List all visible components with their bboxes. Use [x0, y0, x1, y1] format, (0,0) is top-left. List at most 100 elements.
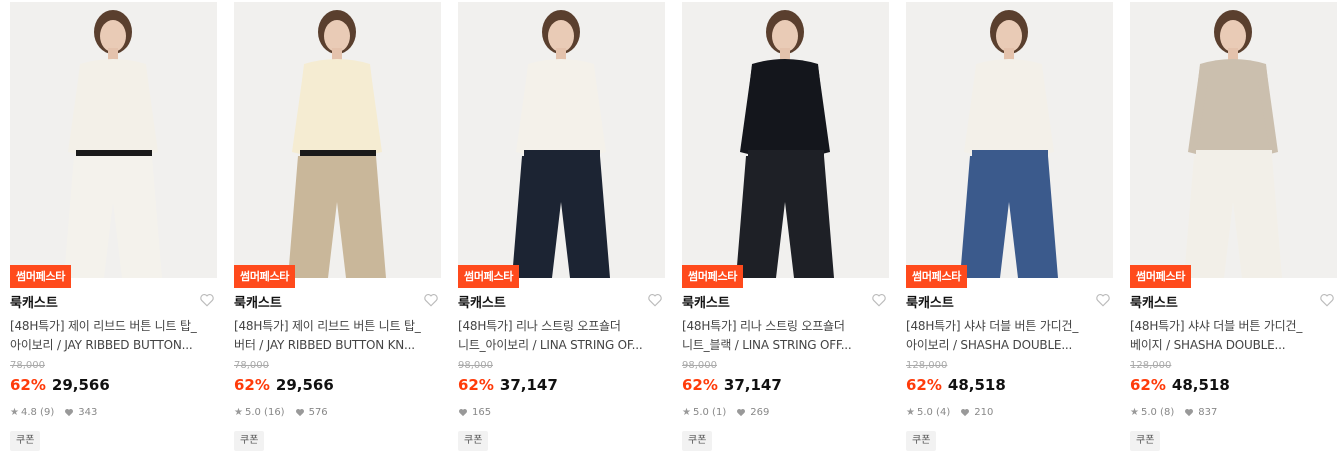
- price-row: 62% 48,518: [906, 376, 1006, 394]
- coupon-tag: 쿠폰: [906, 431, 937, 451]
- original-price: 128,000: [906, 360, 948, 371]
- coupon-tag: 쿠폰: [1130, 431, 1161, 451]
- original-price: 78,000: [10, 360, 45, 371]
- product-card-2[interactable]: 썸머페스타 룩캐스트 [48H특가] 제이 리브드 버튼 니트 탑_ 버터 / …: [234, 0, 441, 463]
- like-count: 576: [308, 407, 328, 418]
- product-grid: 썸머페스타 룩캐스트 [48H특가] 제이 리브드 버튼 니트 탑_ 아이보리 …: [0, 0, 1343, 463]
- discount-rate: 62%: [1130, 376, 1166, 394]
- product-title-line2: 니트_블랙 / LINA STRING OFF...: [682, 338, 852, 352]
- product-meta: ★ 4.8 (9) 343: [10, 407, 97, 418]
- product-image[interactable]: [10, 2, 217, 278]
- model-photo: [1130, 2, 1337, 278]
- heart-icon[interactable]: [423, 293, 439, 307]
- like-heart-icon: [737, 409, 746, 417]
- heart-icon[interactable]: [1319, 293, 1335, 307]
- original-price: 98,000: [458, 360, 493, 371]
- promo-badge: 썸머페스타: [682, 265, 744, 288]
- sale-price: 37,147: [723, 376, 782, 394]
- brand-name[interactable]: 룩캐스트: [906, 292, 954, 311]
- brand-name[interactable]: 룩캐스트: [234, 292, 282, 311]
- product-title[interactable]: [48H특가] 제이 리브드 버튼 니트 탑_ 버터 / JAY RIBBED …: [234, 317, 439, 355]
- product-title-line1: [48H특가] 리나 스트링 오프숄더: [458, 319, 621, 333]
- product-card-1[interactable]: 썸머페스타 룩캐스트 [48H특가] 제이 리브드 버튼 니트 탑_ 아이보리 …: [10, 0, 217, 463]
- promo-badge: 썸머페스타: [458, 265, 520, 288]
- product-image[interactable]: [234, 2, 441, 278]
- like-count: 210: [974, 407, 994, 418]
- price-row: 62% 29,566: [234, 376, 334, 394]
- product-title[interactable]: [48H특가] 리나 스트링 오프숄더 니트_아이보리 / LINA STRIN…: [458, 317, 663, 355]
- product-image[interactable]: [1130, 2, 1337, 278]
- product-card-6[interactable]: 썸머페스타 룩캐스트 [48H특가] 샤샤 더블 버튼 가디건_ 베이지 / S…: [1130, 0, 1337, 463]
- like-count: 165: [472, 407, 492, 418]
- star-icon: ★: [1130, 407, 1139, 418]
- product-meta: ★ 5.0 (16) 576: [234, 407, 328, 418]
- brand-name[interactable]: 룩캐스트: [10, 292, 58, 311]
- brand-name[interactable]: 룩캐스트: [458, 292, 506, 311]
- coupon-tag: 쿠폰: [682, 431, 713, 451]
- brand-name[interactable]: 룩캐스트: [682, 292, 730, 311]
- coupon-tag: 쿠폰: [458, 431, 489, 451]
- discount-rate: 62%: [906, 376, 942, 394]
- product-title-line1: [48H특가] 샤샤 더블 버튼 가디건_: [1130, 319, 1303, 333]
- model-photo: [10, 2, 217, 278]
- product-image[interactable]: [682, 2, 889, 278]
- sale-price: 37,147: [499, 376, 558, 394]
- heart-icon[interactable]: [647, 293, 663, 307]
- rating: 5.0 (16): [244, 407, 285, 418]
- product-meta: ★ 5.0 (1) 269: [682, 407, 769, 418]
- product-title[interactable]: [48H특가] 제이 리브드 버튼 니트 탑_ 아이보리 / JAY RIBBE…: [10, 317, 215, 355]
- discount-rate: 62%: [10, 376, 46, 394]
- discount-rate: 62%: [234, 376, 270, 394]
- product-image[interactable]: [458, 2, 665, 278]
- coupon-tag: 쿠폰: [10, 431, 41, 451]
- product-title-line2: 버터 / JAY RIBBED BUTTON KN...: [234, 338, 415, 352]
- product-title[interactable]: [48H특가] 리나 스트링 오프숄더 니트_블랙 / LINA STRING …: [682, 317, 887, 355]
- original-price: 128,000: [1130, 360, 1172, 371]
- model-photo: [906, 2, 1113, 278]
- like-count: 837: [1198, 407, 1218, 418]
- product-card-4[interactable]: 썸머페스타 룩캐스트 [48H특가] 리나 스트링 오프숄더 니트_블랙 / L…: [682, 0, 889, 463]
- product-image[interactable]: [906, 2, 1113, 278]
- like-count: 343: [78, 407, 98, 418]
- sale-price: 29,566: [51, 376, 110, 394]
- like-heart-icon: [961, 409, 970, 417]
- product-card-3[interactable]: 썸머페스타 룩캐스트 [48H특가] 리나 스트링 오프숄더 니트_아이보리 /…: [458, 0, 665, 463]
- price-row: 62% 29,566: [10, 376, 110, 394]
- sale-price: 48,518: [1171, 376, 1230, 394]
- star-icon: ★: [10, 407, 19, 418]
- like-count: 269: [750, 407, 770, 418]
- heart-icon[interactable]: [199, 293, 215, 307]
- original-price: 98,000: [682, 360, 717, 371]
- like-heart-icon: [1185, 409, 1194, 417]
- star-icon: ★: [234, 407, 243, 418]
- rating: 4.8 (9): [20, 407, 55, 418]
- product-title[interactable]: [48H특가] 샤샤 더블 버튼 가디건_ 아이보리 / SHASHA DOUB…: [906, 317, 1111, 355]
- price-row: 62% 37,147: [682, 376, 782, 394]
- heart-icon[interactable]: [871, 293, 887, 307]
- product-title[interactable]: [48H특가] 샤샤 더블 버튼 가디건_ 베이지 / SHASHA DOUBL…: [1130, 317, 1335, 355]
- rating: 5.0 (8): [1140, 407, 1175, 418]
- product-title-line2: 아이보리 / SHASHA DOUBLE...: [906, 338, 1073, 352]
- promo-badge: 썸머페스타: [906, 265, 968, 288]
- promo-badge: 썸머페스타: [234, 265, 296, 288]
- model-photo: [458, 2, 665, 278]
- rating: 5.0 (1): [692, 407, 727, 418]
- promo-badge: 썸머페스타: [1130, 265, 1192, 288]
- brand-name[interactable]: 룩캐스트: [1130, 292, 1178, 311]
- product-meta: ★ 5.0 (8) 837: [1130, 407, 1217, 418]
- coupon-tag: 쿠폰: [234, 431, 265, 451]
- rating: 5.0 (4): [916, 407, 951, 418]
- product-title-line2: 아이보리 / JAY RIBBED BUTTON...: [10, 338, 193, 352]
- heart-icon[interactable]: [1095, 293, 1111, 307]
- model-photo: [682, 2, 889, 278]
- promo-badge: 썸머페스타: [10, 265, 72, 288]
- product-meta: ★ 165: [458, 407, 491, 418]
- sale-price: 29,566: [275, 376, 334, 394]
- original-price: 78,000: [234, 360, 269, 371]
- product-title-line1: [48H특가] 리나 스트링 오프숄더: [682, 319, 845, 333]
- star-icon: ★: [682, 407, 691, 418]
- product-title-line1: [48H특가] 제이 리브드 버튼 니트 탑_: [10, 319, 197, 333]
- discount-rate: 62%: [458, 376, 494, 394]
- product-card-5[interactable]: 썸머페스타 룩캐스트 [48H특가] 샤샤 더블 버튼 가디건_ 아이보리 / …: [906, 0, 1113, 463]
- like-heart-icon: [65, 409, 74, 417]
